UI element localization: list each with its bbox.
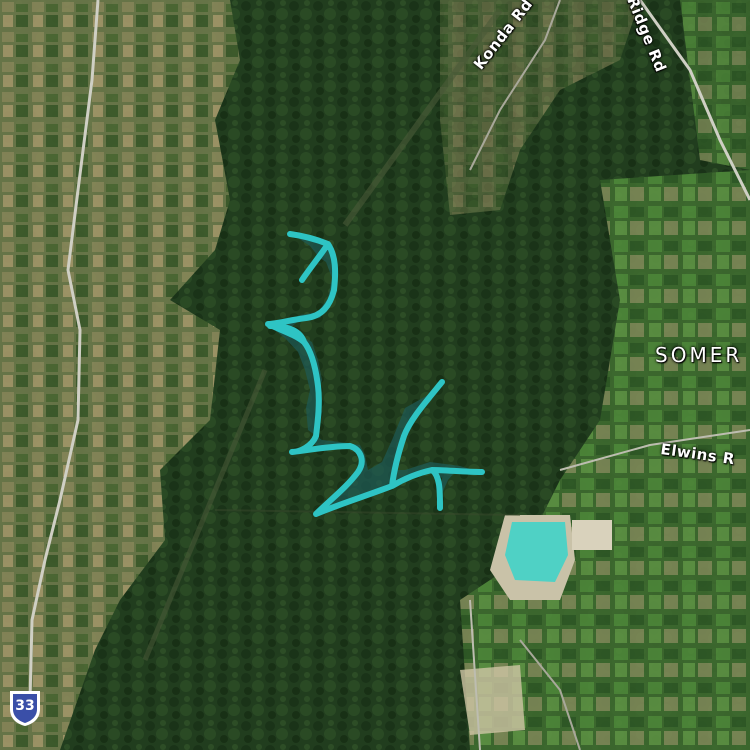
route-shield-icon: 33	[7, 689, 43, 727]
satellite-map[interactable]: Konda Rd Ridge Rd SOMER Elwins R 33	[0, 0, 750, 750]
route-shield-number: 33	[15, 698, 35, 714]
map-imagery	[0, 0, 750, 750]
